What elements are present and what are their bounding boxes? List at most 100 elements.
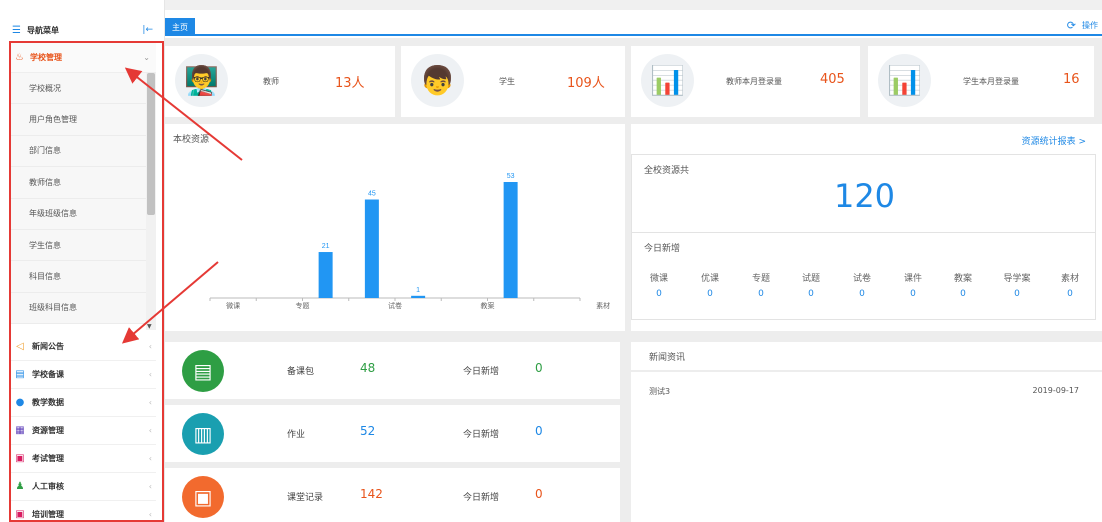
category-name: 课件: [903, 274, 922, 284]
tab-label: 主页: [172, 22, 188, 32]
classroom-icon: ▣: [182, 476, 224, 518]
today-new-box: 今日新增 微课 0 优课 0 专题 0 试题 0 试卷 0 课件 0 教案 0 导学案 0 素材…: [631, 232, 1096, 320]
today-new-label: 今日新增: [463, 367, 500, 377]
category-item: 教案 0: [938, 271, 988, 299]
stat-card-student-logins: 📊 学生本月登录量 16: [868, 46, 1094, 117]
nav-header: ☰ 导航菜单 |←: [0, 20, 165, 40]
category-name: 专题: [751, 274, 770, 284]
highlight-box: [9, 41, 164, 522]
document-icon: ▤: [182, 350, 224, 392]
sidebar: ☰ 导航菜单 |← ♨ 学校管理 ⌄ 学校概况 用户角色管理 部门信息 教师信息…: [0, 0, 165, 522]
student-avatar-icon: 👦: [411, 54, 464, 107]
student-login-chart-icon: 📊: [878, 54, 931, 107]
teacher-avatar-icon: 👨‍🏫: [175, 54, 228, 107]
stat-value: 405: [820, 72, 845, 87]
resource-report-link[interactable]: 资源统计报表 >: [1022, 134, 1086, 147]
stat-label: 教师本月登录量: [726, 77, 782, 86]
stat-card-students: 👦 学生 109人: [401, 46, 625, 117]
category-value[interactable]: 0: [685, 289, 735, 299]
news-panel: 新闻资讯 测试3 2019-09-17: [631, 342, 1102, 522]
x-tick-label: 专题: [296, 301, 310, 310]
today-new-label: 今日新增: [463, 430, 500, 440]
bar-value-label: 21: [322, 243, 330, 250]
category-value[interactable]: 0: [634, 289, 684, 299]
x-tick-label: 教案: [481, 301, 495, 310]
category-value[interactable]: 0: [736, 289, 786, 299]
stat-label: 学生本月登录量: [963, 77, 1019, 86]
category-name: 试卷: [852, 274, 871, 284]
tab-home[interactable]: 主页: [165, 18, 195, 36]
category-item: 导学案 0: [992, 271, 1042, 299]
stat-card-teachers: 👨‍🏫 教师 13人: [165, 46, 395, 117]
category-name: 教案: [953, 274, 972, 284]
homework-icon: ▥: [182, 413, 224, 455]
news-item[interactable]: 测试3 2019-09-17: [649, 386, 1079, 397]
top-strip: [0, 0, 1102, 10]
x-tick-label: 微课: [226, 301, 240, 310]
stat-card-teacher-logins: 📊 教师本月登录量 405: [631, 46, 860, 117]
category-name: 试题: [801, 274, 820, 284]
stat-value: 13人: [335, 76, 365, 91]
chart-bar[interactable]: [411, 295, 426, 298]
category-value[interactable]: 0: [938, 289, 988, 299]
menu-icon[interactable]: ☰: [12, 25, 21, 36]
refresh-icon[interactable]: ⟳: [1067, 19, 1076, 32]
total-resources-box: 全校资源共 120: [631, 154, 1096, 233]
resource-card-class-records[interactable]: ▣ 课堂记录 142 今日新增 0: [165, 468, 620, 522]
main-content: 👨‍🏫 教师 13人 👦 学生 109人 📊 教师本月登录量 405 📊 学生本…: [165, 38, 1102, 522]
resource-bar-chart: 21 45 1 53 微课 专题 试卷 教案 素材: [209, 173, 610, 310]
resource-count: 142: [360, 487, 383, 501]
chart-bar[interactable]: [364, 199, 379, 298]
total-value: 120: [833, 177, 896, 215]
chart-bar[interactable]: [318, 252, 333, 298]
resource-summary-panel: 资源统计报表 > 全校资源共 120 今日新增 微课 0 优课 0 专题 0 试题 0 …: [631, 124, 1102, 331]
today-new-count: 0: [535, 487, 543, 501]
x-tick-label: 素材: [596, 301, 610, 310]
bar-value-label: 53: [507, 173, 515, 180]
category-item: 试卷 0: [837, 271, 887, 299]
news-header: 新闻资讯: [631, 342, 1102, 372]
news-title: 新闻资讯: [649, 352, 686, 363]
today-new-label: 今日新增: [463, 493, 500, 503]
category-item: 优课 0: [685, 271, 735, 299]
category-value[interactable]: 0: [1045, 289, 1095, 299]
stat-label: 教师: [263, 77, 279, 86]
news-item-title[interactable]: 测试3: [649, 387, 670, 396]
bar-value-label: 1: [416, 287, 420, 294]
tab-actions: ⟳ 操作: [1067, 19, 1098, 32]
category-item: 微课 0: [634, 271, 684, 299]
collapse-sidebar-icon[interactable]: |←: [142, 25, 153, 35]
category-value[interactable]: 0: [837, 289, 887, 299]
category-value[interactable]: 0: [992, 289, 1042, 299]
actions-button[interactable]: 操作: [1082, 20, 1098, 31]
category-name: 微课: [649, 274, 668, 284]
stat-label: 学生: [499, 77, 515, 86]
resource-name: 备课包: [287, 367, 315, 377]
resource-card-homework[interactable]: ▥ 作业 52 今日新增 0: [165, 405, 620, 462]
teacher-login-chart-icon: 📊: [641, 54, 694, 107]
category-item: 课件 0: [888, 271, 938, 299]
category-item: 素材 0: [1045, 271, 1095, 299]
resource-count: 52: [360, 424, 376, 438]
resource-count: 48: [360, 361, 376, 375]
tab-bar: 主页 ⟳ 操作: [165, 16, 1102, 36]
bar-value-label: 45: [368, 191, 376, 198]
category-row: 微课 0 优课 0 专题 0 试题 0 试卷 0 课件 0 教案 0 导学案 0 素材 0: [632, 271, 1097, 301]
resource-card-lesson-packs[interactable]: ▤ 备课包 48 今日新增 0: [165, 342, 620, 399]
chart-bar[interactable]: [503, 182, 518, 298]
category-value[interactable]: 0: [888, 289, 938, 299]
total-label: 全校资源共: [644, 166, 690, 176]
category-name: 优课: [700, 274, 719, 284]
category-name: 导学案: [1003, 274, 1031, 284]
nav-title: 导航菜单: [26, 25, 59, 35]
today-label: 今日新增: [644, 244, 681, 254]
news-item-date: 2019-09-17: [1032, 386, 1080, 395]
category-name: 素材: [1060, 274, 1079, 284]
stat-value: 16: [1063, 72, 1080, 87]
category-value[interactable]: 0: [786, 289, 836, 299]
x-tick-label: 试卷: [388, 301, 402, 310]
category-item: 专题 0: [736, 271, 786, 299]
resource-chart-panel: 本校资源 21 45 1 53 微课 专题 试卷 教案 素材: [165, 124, 625, 331]
category-item: 试题 0: [786, 271, 836, 299]
resource-name: 课堂记录: [287, 493, 324, 503]
